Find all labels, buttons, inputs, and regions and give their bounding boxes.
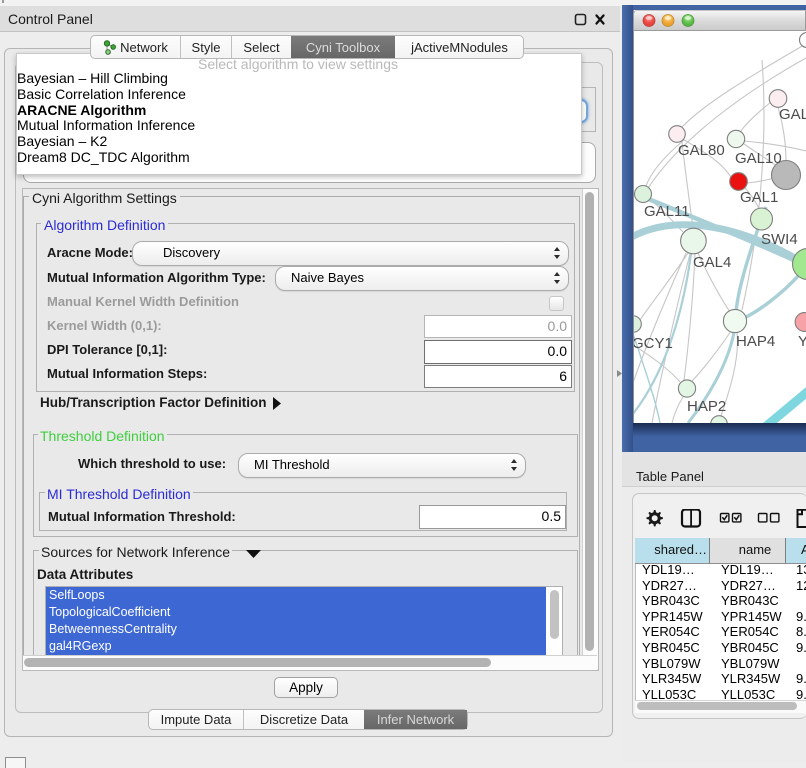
svg-text:SWI4: SWI4 [761, 231, 798, 248]
svg-text:GCY1: GCY1 [634, 335, 673, 352]
svg-text:GAL10: GAL10 [735, 150, 782, 167]
svg-text:GAL11: GAL11 [644, 203, 690, 220]
svg-text:Y: Y [798, 333, 806, 350]
svg-text:GAL7: GAL7 [779, 106, 806, 123]
svg-text:GAL1: GAL1 [740, 189, 778, 206]
svg-text:HAP2: HAP2 [687, 398, 726, 415]
svg-text:GAL80: GAL80 [678, 142, 725, 159]
svg-text:GAL4: GAL4 [693, 254, 731, 271]
svg-text:HAP4: HAP4 [736, 333, 775, 350]
